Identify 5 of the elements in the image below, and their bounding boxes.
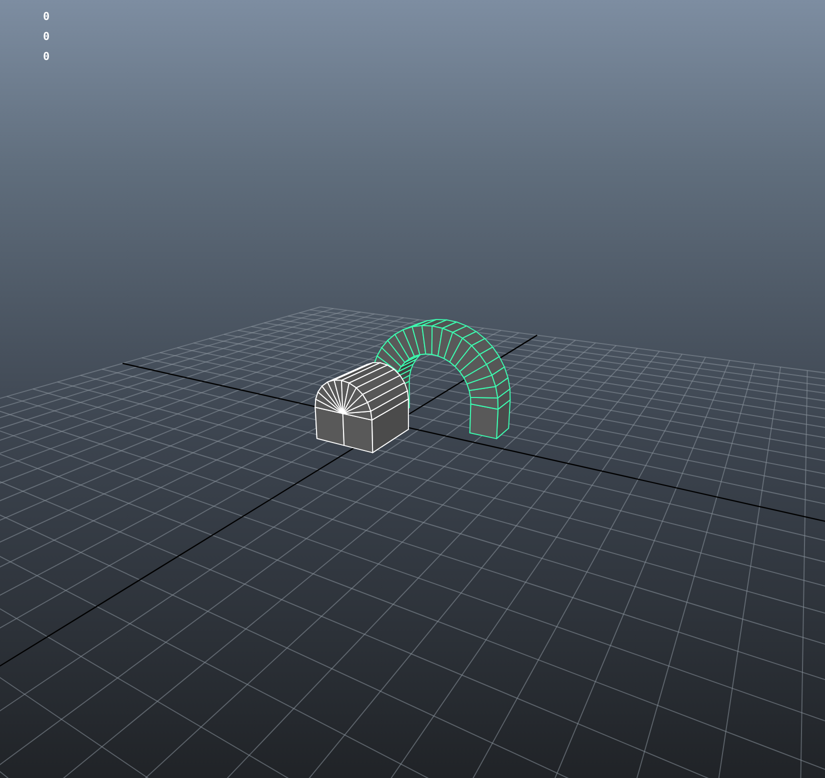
hud-readout: 0 [43,10,50,24]
arched-block-mesh-drawing[interactable] [314,362,409,454]
hud-readout: 0 [43,50,50,64]
viewport[interactable]: 0 0 0 [0,0,825,778]
hud-readout: 0 [43,30,50,44]
